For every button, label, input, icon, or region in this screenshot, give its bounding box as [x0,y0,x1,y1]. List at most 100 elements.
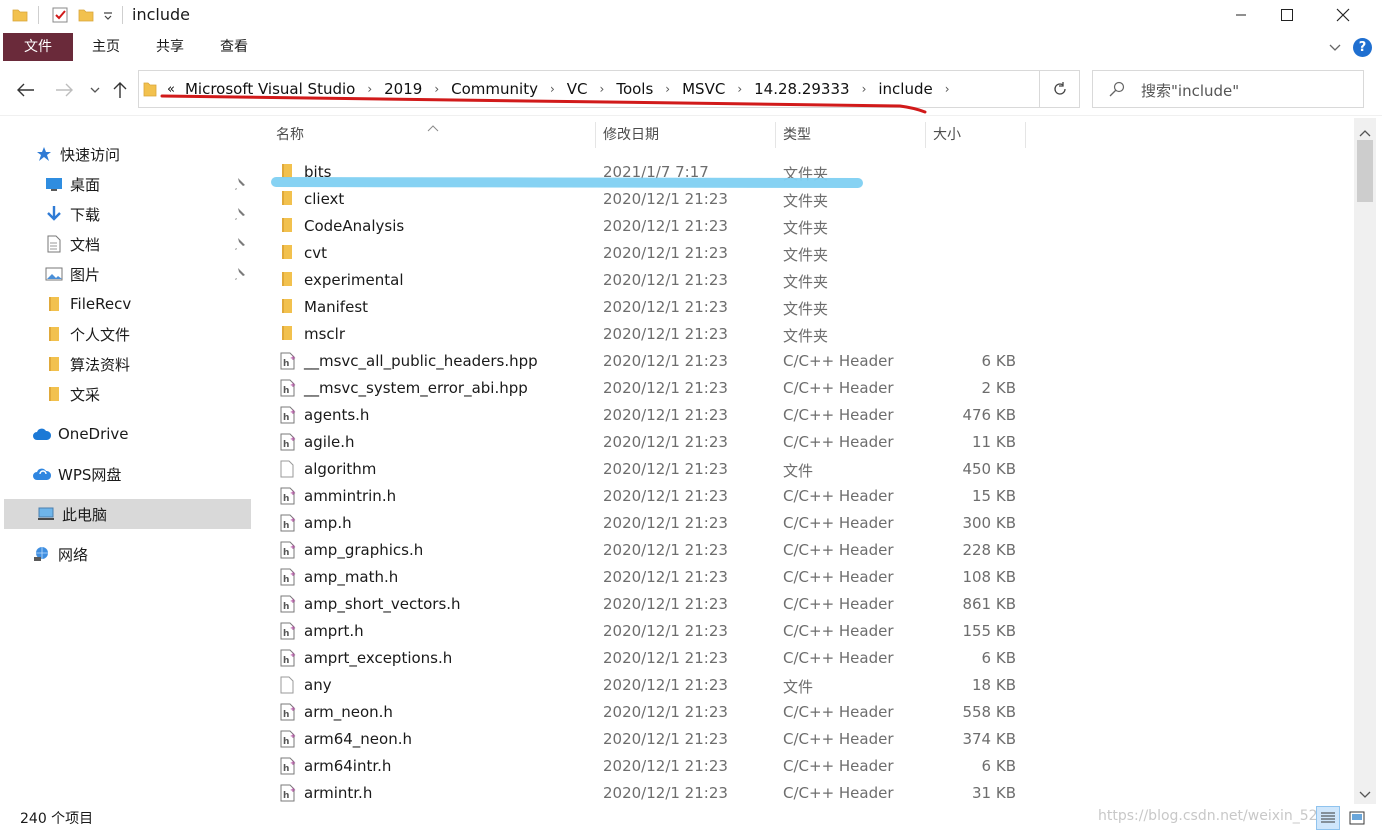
file-row[interactable]: h + arm_neon.h 2020/12/1 21:23 C/C++ Header 5… [254,699,1354,726]
file-row[interactable]: h + agile.h 2020/12/1 21:23 C/C++ Header 11 K… [254,429,1354,456]
column-divider[interactable] [925,122,926,148]
file-row[interactable]: h + amp_math.h 2020/12/1 21:23 C/C++ Header 1… [254,564,1354,591]
details-view-button[interactable] [1316,806,1340,830]
scrollbar-thumb[interactable] [1357,140,1373,202]
file-row[interactable]: CodeAnalysis 2020/12/1 21:23 文件夹 [254,213,1354,240]
file-row[interactable]: h + amp_graphics.h 2020/12/1 21:23 C/C++ Hea… [254,537,1354,564]
chevron-right-icon[interactable]: › [937,82,958,96]
sidebar-item-label: 文采 [70,385,101,404]
sidebar-item-label: 桌面 [70,175,101,194]
pin-icon[interactable] [232,237,248,253]
column-header-size[interactable]: 大小 [933,124,961,146]
sidebar-item-filerecv[interactable]: FileRecv [44,289,254,319]
file-row[interactable]: h + amp_short_vectors.h 2020/12/1 21:23 C/C+… [254,591,1354,618]
file-row[interactable]: h + arm64intr.h 2020/12/1 21:23 C/C++ Header… [254,753,1354,780]
search-box[interactable]: 搜索"include" [1092,70,1364,108]
sidebar-item-this-pc[interactable]: 此电脑 [4,499,251,529]
file-row[interactable]: Manifest 2020/12/1 21:23 文件夹 [254,294,1354,321]
file-row[interactable]: cvt 2020/12/1 21:23 文件夹 [254,240,1354,267]
file-name: bits [304,163,332,181]
file-row[interactable]: bits 2021/1/7 7:17 文件夹 [254,159,1354,186]
refresh-button[interactable] [1040,70,1080,108]
sidebar-item-wps[interactable]: WPS网盘 [32,459,254,489]
sidebar-item-network[interactable]: 网络 [32,539,254,569]
file-row[interactable]: h + __msvc_all_public_headers.hpp 2020/12/1… [254,348,1354,375]
back-button[interactable] [14,78,38,102]
file-row[interactable]: h + amprt.h 2020/12/1 21:23 C/C++ Header 155 … [254,618,1354,645]
file-row[interactable]: h + agents.h 2020/12/1 21:23 C/C++ Header 476… [254,402,1354,429]
pin-icon[interactable] [232,267,248,283]
sidebar-item-pictures[interactable]: 图片 [44,259,254,289]
scroll-up-icon[interactable] [1359,124,1371,137]
tab-view[interactable]: 查看 [208,33,260,61]
breadcrumb-overflow[interactable]: « [165,82,181,97]
pin-icon[interactable] [232,207,248,223]
properties-icon[interactable] [48,4,72,26]
file-row[interactable]: h + armintr.h 2020/12/1 21:23 C/C++ Header 31… [254,780,1354,807]
chevron-right-icon[interactable]: › [657,82,678,96]
close-button[interactable] [1320,0,1366,30]
up-button[interactable] [108,78,132,102]
chevron-right-icon[interactable]: › [359,82,380,96]
sidebar-item-documents[interactable]: 文档 [44,229,254,259]
file-row[interactable]: any 2020/12/1 21:23 文件 18 KB [254,672,1354,699]
column-divider[interactable] [1025,122,1026,148]
column-divider[interactable] [775,122,776,148]
file-date: 2020/12/1 21:23 [603,595,728,613]
new-folder-icon[interactable] [76,4,96,26]
column-header-name[interactable]: 名称 [276,124,304,146]
file-row[interactable]: experimental 2020/12/1 21:23 文件夹 [254,267,1354,294]
file-row[interactable]: algorithm 2020/12/1 21:23 文件 450 KB [254,456,1354,483]
chevron-right-icon[interactable]: › [729,82,750,96]
forward-button[interactable] [52,78,76,102]
sidebar-item-wencai[interactable]: 文采 [44,379,254,409]
file-row[interactable]: msclr 2020/12/1 21:23 文件夹 [254,321,1354,348]
breadcrumb-item[interactable]: Community [447,80,542,98]
sidebar-item-desktop[interactable]: 桌面 [44,169,254,199]
file-row[interactable]: h + amprt_exceptions.h 2020/12/1 21:23 C/C++… [254,645,1354,672]
minimize-button[interactable] [1218,0,1264,30]
customize-quick-access-icon[interactable] [100,4,116,26]
file-row[interactable]: cliext 2020/12/1 21:23 文件夹 [254,186,1354,213]
tab-home[interactable]: 主页 [80,33,132,61]
chevron-right-icon[interactable]: › [854,82,875,96]
scroll-down-icon[interactable] [1359,786,1371,798]
breadcrumb-item[interactable]: 2019 [380,80,426,98]
breadcrumb-item[interactable]: 14.28.29333 [750,80,853,98]
breadcrumb-item[interactable]: include [874,80,936,98]
file-row[interactable]: h + ammintrin.h 2020/12/1 21:23 C/C++ Header… [254,483,1354,510]
file-icon [280,676,298,694]
column-header-type[interactable]: 类型 [783,124,811,146]
file-name: arm64_neon.h [304,730,412,748]
chevron-right-icon[interactable]: › [592,82,613,96]
search-input[interactable]: 搜索"include" [1141,80,1239,101]
chevron-right-icon[interactable]: › [542,82,563,96]
breadcrumb-item[interactable]: MSVC [678,80,729,98]
chevron-right-icon[interactable]: › [426,82,447,96]
tab-file[interactable]: 文件 [3,33,73,61]
expand-ribbon-icon[interactable] [1327,39,1343,55]
breadcrumb-item[interactable]: VC [563,80,592,98]
breadcrumb-item[interactable]: Tools [612,80,657,98]
help-button[interactable]: ? [1353,38,1372,57]
sidebar-item-personal[interactable]: 个人文件 [44,319,254,349]
sidebar-item-onedrive[interactable]: OneDrive [32,419,254,449]
tab-share[interactable]: 共享 [144,33,196,61]
pin-icon[interactable] [232,177,248,193]
recent-locations-button[interactable] [84,78,106,102]
address-bar[interactable]: « Microsoft Visual Studio › 2019 › Commu… [138,70,1165,108]
column-header-date[interactable]: 修改日期 [603,124,659,146]
vertical-scrollbar[interactable] [1354,118,1376,804]
svg-text:h: h [283,440,289,450]
file-row[interactable]: h + amp.h 2020/12/1 21:23 C/C++ Header 300 KB [254,510,1354,537]
maximize-button[interactable] [1264,0,1310,30]
column-divider[interactable] [595,122,596,148]
file-row[interactable]: h + __msvc_system_error_abi.hpp 2020/12/1 2… [254,375,1354,402]
file-name: amp_math.h [304,568,399,586]
sidebar-item-algorithms[interactable]: 算法资料 [44,349,254,379]
large-icons-view-button[interactable] [1345,806,1369,830]
breadcrumb-item[interactable]: Microsoft Visual Studio [181,80,359,98]
sidebar-item-downloads[interactable]: 下载 [44,199,254,229]
file-row[interactable]: h + arm64_neon.h 2020/12/1 21:23 C/C++ Heade… [254,726,1354,753]
sidebar-item-quick-access[interactable]: 快速访问 [34,139,254,169]
